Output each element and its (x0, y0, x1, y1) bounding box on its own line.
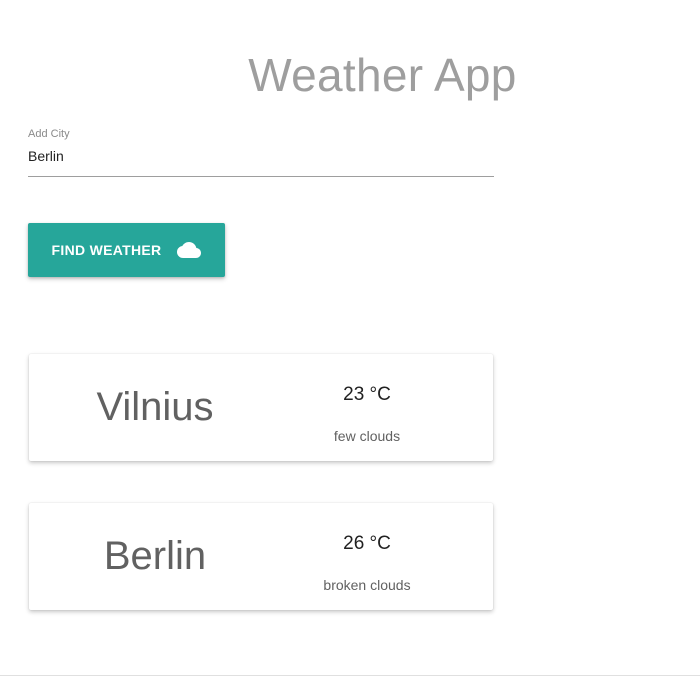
find-weather-button[interactable]: FIND WEATHER (28, 223, 225, 277)
add-city-label: Add City (28, 128, 70, 140)
add-city-field: Add City (28, 128, 494, 177)
find-weather-label: FIND WEATHER (51, 242, 162, 258)
weather-card-vilnius: Vilnius 23 °C few clouds (29, 354, 493, 461)
weather-card-berlin: Berlin 26 °C broken clouds (29, 503, 493, 610)
card-description: broken clouds (323, 577, 411, 593)
card-description: few clouds (333, 428, 401, 444)
card-temperature: 23 °C (343, 384, 391, 405)
city-input[interactable] (28, 148, 494, 177)
bottom-divider (0, 675, 700, 676)
card-city-name: Berlin (103, 534, 207, 578)
card-temperature: 26 °C (343, 533, 391, 554)
page-title: Weather App (248, 49, 517, 101)
cloud-icon (177, 242, 202, 258)
card-city-name: Vilnius (96, 385, 214, 429)
